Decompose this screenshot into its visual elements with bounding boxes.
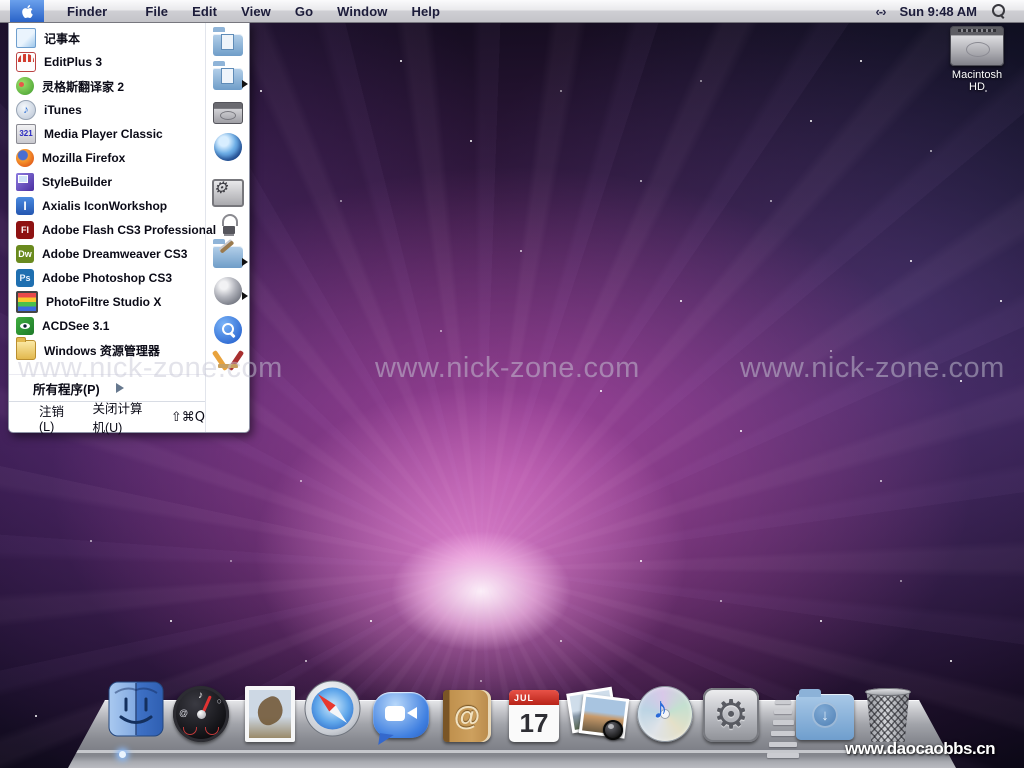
- hd-label: Macintosh HD: [944, 69, 1010, 93]
- dock-system-preferences-icon[interactable]: ⚙: [702, 684, 760, 742]
- notepad-icon: [16, 28, 36, 48]
- menu-window[interactable]: Window: [325, 4, 399, 19]
- menu-item-flash-cs3[interactable]: Fl Adobe Flash CS3 Professional: [9, 218, 205, 242]
- menu-item-windows-explorer[interactable]: Windows 资源管理器: [9, 338, 205, 362]
- apple-menu[interactable]: [10, 0, 44, 22]
- iconworkshop-icon: I: [16, 197, 34, 215]
- menu-item-photofiltre[interactable]: PhotoFiltre Studio X: [9, 290, 205, 314]
- dock-trash-icon[interactable]: [864, 684, 912, 742]
- recent-documents-folder-icon[interactable]: [211, 64, 245, 94]
- utilities-folder-icon[interactable]: [211, 242, 245, 272]
- hard-drive-icon: [950, 26, 1004, 66]
- input-source-icon[interactable]: ‹-›: [875, 4, 885, 19]
- menu-item-media-player-classic[interactable]: 321 Media Player Classic: [9, 122, 205, 146]
- control-panel-icon[interactable]: ⚙: [211, 178, 245, 208]
- menu-edit[interactable]: Edit: [180, 4, 229, 19]
- menu-item-dreamweaver-cs3[interactable]: Dw Adobe Dreamweaver CS3: [9, 242, 205, 266]
- dock-finder-icon[interactable]: [107, 684, 165, 742]
- spotlight-icon[interactable]: [991, 3, 1006, 19]
- itunes-small-icon: ♪: [16, 100, 36, 120]
- photoshop-cs3-icon: Ps: [16, 269, 34, 287]
- download-arrow-badge: ↓: [812, 702, 838, 728]
- menu-item-acdsee[interactable]: ACDSee 3.1: [9, 314, 205, 338]
- dock: ♪@○ @: [0, 682, 1024, 746]
- start-menu-places: ⚙: [205, 22, 249, 432]
- firefox-icon: [16, 149, 34, 167]
- editplus-icon: [16, 52, 36, 72]
- dock-address-book-icon[interactable]: @: [438, 684, 496, 742]
- menu-view[interactable]: View: [229, 4, 283, 19]
- media-player-classic-icon: 321: [16, 124, 36, 144]
- submenu-arrow-icon: [116, 383, 124, 393]
- all-programs-item[interactable]: 所有程序(P): [9, 374, 205, 401]
- network-globe-icon[interactable]: [211, 132, 245, 162]
- menu-item-lingoes[interactable]: 灵格斯翻译家 2: [9, 74, 205, 98]
- dock-ical-icon[interactable]: JUL 17: [505, 684, 563, 742]
- dock-iphoto-icon[interactable]: [567, 684, 625, 742]
- menubar-status: ‹-› Sun 9:48 AM: [875, 3, 1024, 19]
- dock-safari-icon[interactable]: [303, 684, 361, 742]
- log-off-button[interactable]: 注销(L): [39, 401, 64, 434]
- menu-help[interactable]: Help: [399, 4, 452, 19]
- start-menu-app-list: 记事本 EditPlus 3 灵格斯翻译家 2 ♪ iTunes 321 Med…: [9, 22, 205, 432]
- photofiltre-icon: [16, 291, 38, 313]
- flash-cs3-icon: Fl: [16, 221, 34, 239]
- search-spotlight-icon[interactable]: [214, 316, 242, 344]
- menu-go[interactable]: Go: [283, 4, 325, 19]
- shut-down-button[interactable]: 关闭计算机(U): [92, 398, 142, 436]
- start-menu: 记事本 EditPlus 3 灵格斯翻译家 2 ♪ iTunes 321 Med…: [8, 22, 250, 433]
- finder-running-indicator: [119, 751, 126, 758]
- menubar-clock[interactable]: Sun 9:48 AM: [899, 4, 977, 19]
- menu-item-photoshop-cs3[interactable]: Ps Adobe Photoshop CS3: [9, 266, 205, 290]
- menubar-items: Finder File Edit View Go Window Help: [55, 4, 452, 19]
- dock-dashboard-icon[interactable]: ♪@○: [172, 684, 230, 742]
- dock-itunes-icon[interactable]: ♪: [636, 684, 694, 742]
- menu-finder[interactable]: Finder: [55, 4, 133, 19]
- program-access-claw-icon[interactable]: [215, 212, 241, 238]
- menu-item-stylebuilder[interactable]: StyleBuilder: [9, 170, 205, 194]
- stylebuilder-icon: [16, 173, 34, 191]
- dock-ichat-icon[interactable]: [372, 684, 430, 742]
- documents-folder-icon[interactable]: [211, 30, 245, 60]
- shutdown-shortcut: ⇧⌘Q: [171, 410, 205, 425]
- menu-item-firefox[interactable]: Mozilla Firefox: [9, 146, 205, 170]
- dock-downloads-folder-icon[interactable]: ↓: [796, 684, 854, 742]
- desktop-screen: Finder File Edit View Go Window Help ‹-›…: [0, 0, 1024, 768]
- explorer-folder-icon: [16, 340, 36, 360]
- dreamweaver-cs3-icon: Dw: [16, 245, 34, 263]
- menu-item-notepad[interactable]: 记事本: [9, 26, 205, 50]
- acdsee-icon: [16, 317, 34, 335]
- menu-item-itunes[interactable]: ♪ iTunes: [9, 98, 205, 122]
- macintosh-hd-desktop-icon[interactable]: Macintosh HD: [944, 26, 1010, 93]
- start-menu-footer: 注销(L) 关闭计算机(U) ⇧⌘Q: [9, 401, 205, 432]
- lingoes-icon: [16, 77, 34, 95]
- applications-icon[interactable]: [213, 348, 243, 376]
- menu-item-iconworkshop[interactable]: I Axialis IconWorkshop: [9, 194, 205, 218]
- menu-item-editplus[interactable]: EditPlus 3: [9, 50, 205, 74]
- dock-mail-icon[interactable]: [241, 684, 299, 742]
- apple-logo-icon: [21, 4, 34, 19]
- menubar: Finder File Edit View Go Window Help ‹-›…: [0, 0, 1024, 23]
- computer-drive-icon[interactable]: [211, 98, 245, 128]
- ical-day: 17: [509, 705, 559, 741]
- menu-file[interactable]: File: [133, 4, 180, 19]
- ical-month: JUL: [514, 693, 534, 703]
- internet-globe-icon[interactable]: [211, 276, 245, 306]
